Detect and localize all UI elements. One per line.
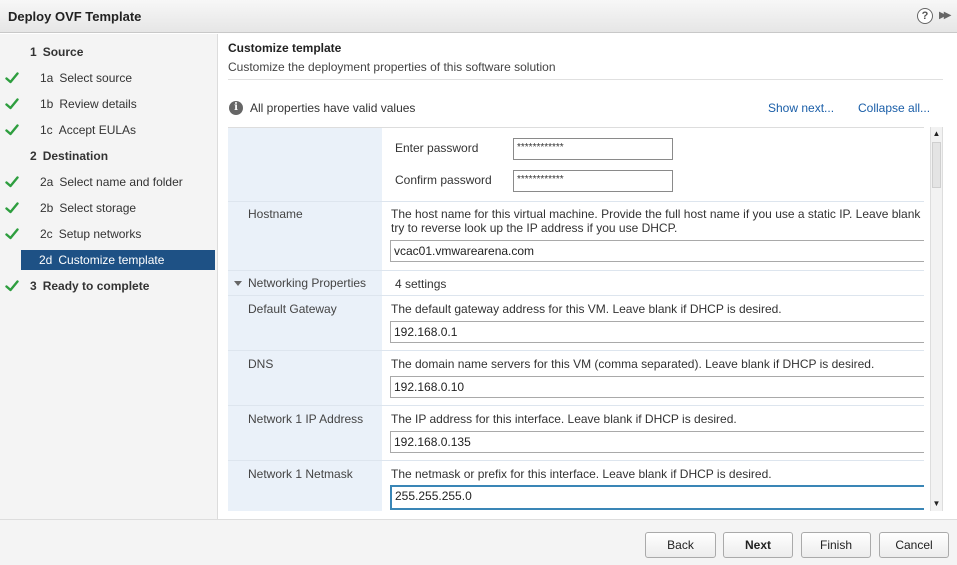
default-gateway-label: Default Gateway xyxy=(248,302,337,316)
validation-row: i All properties have valid values Show … xyxy=(229,101,944,117)
header-divider xyxy=(228,79,943,80)
default-gateway-description: The default gateway address for this VM.… xyxy=(391,302,782,316)
nav-step-3[interactable]: 3 Ready to complete xyxy=(30,276,149,296)
main-panel: Customize template Customize the deploym… xyxy=(219,34,957,519)
nav-step-label: Select name and folder xyxy=(59,175,183,189)
nav-step-label: Setup networks xyxy=(58,227,142,241)
nav-step-number: 1b xyxy=(40,97,54,111)
networking-settings-count: 4 settings xyxy=(395,277,447,291)
default-gateway-input[interactable]: 192.168.0.1 xyxy=(390,321,924,343)
checkmark-icon xyxy=(5,120,19,140)
nav-step-2b[interactable]: 2b Select storage xyxy=(40,198,136,218)
cancel-button[interactable]: Cancel xyxy=(879,532,949,558)
nav-step-1a[interactable]: 1a Select source xyxy=(40,68,132,88)
scroll-up-arrow-icon[interactable]: ▲ xyxy=(931,127,942,141)
dns-label: DNS xyxy=(248,357,274,371)
checkmark-icon xyxy=(5,68,19,88)
netmask-label: Network 1 Netmask xyxy=(248,467,353,481)
label-column xyxy=(228,128,382,511)
ip-address-description: The IP address for this interface. Leave… xyxy=(391,412,737,426)
wizard-steps-nav: 1 Source 1a Select source 1b Review details 1c… xyxy=(0,34,218,519)
ip-address-label: Network 1 IP Address xyxy=(248,412,364,426)
enter-password-label: Enter password xyxy=(395,141,479,155)
nav-step-label: Accept EULAs xyxy=(58,123,137,137)
nav-step-number: 2a xyxy=(40,175,54,189)
nav-step-2[interactable]: 2 Destination xyxy=(30,146,108,166)
hostname-label: Hostname xyxy=(248,207,303,221)
row-separator xyxy=(228,201,924,202)
nav-step-label: Customize template xyxy=(58,253,165,267)
nav-step-number: 2c xyxy=(40,227,53,241)
show-next-link[interactable]: Show next... xyxy=(768,101,834,115)
dns-description: The domain name servers for this VM (com… xyxy=(391,357,875,371)
next-button[interactable]: Next xyxy=(723,532,793,558)
expand-icon[interactable]: ▶▶ xyxy=(939,8,955,24)
netmask-description: The netmask or prefix for this interface… xyxy=(391,467,772,481)
row-separator xyxy=(228,295,924,296)
nav-step-number: 2 xyxy=(30,149,37,163)
checkmark-icon xyxy=(5,198,19,218)
collapse-triangle-icon[interactable] xyxy=(234,281,242,286)
nav-step-2a[interactable]: 2a Select name and folder xyxy=(40,172,183,192)
info-icon: i xyxy=(229,101,243,115)
help-icon[interactable]: ? xyxy=(917,8,933,24)
checkmark-icon xyxy=(5,172,19,192)
hostname-description-line2: try to reverse look up the IP address if… xyxy=(391,221,678,235)
page-title: Customize template xyxy=(228,41,342,55)
nav-step-label: Select storage xyxy=(59,201,137,215)
row-separator xyxy=(228,350,924,351)
hostname-input[interactable]: vcac01.vmwarearena.com xyxy=(390,240,924,262)
finish-button[interactable]: Finish xyxy=(801,532,871,558)
validation-status: All properties have valid values xyxy=(250,101,416,115)
page-header: Customize template Customize the deploym… xyxy=(228,41,556,74)
nav-step-label: Destination xyxy=(42,149,109,163)
checkmark-icon xyxy=(5,224,19,244)
nav-step-1b[interactable]: 1b Review details xyxy=(40,94,137,114)
scroll-down-arrow-icon[interactable]: ▼ xyxy=(931,497,942,511)
back-button[interactable]: Back xyxy=(645,532,716,558)
nav-step-number: 3 xyxy=(30,279,37,293)
row-separator xyxy=(228,405,924,406)
checkmark-icon xyxy=(5,94,19,114)
nav-step-2d[interactable]: 2d Customize template xyxy=(21,250,215,270)
netmask-input[interactable]: 255.255.255.0 xyxy=(390,485,924,510)
window-title: Deploy OVF Template xyxy=(8,9,142,24)
row-separator xyxy=(228,460,924,461)
nav-step-1c[interactable]: 1c Accept EULAs xyxy=(40,120,136,140)
networking-properties-label[interactable]: Networking Properties xyxy=(248,276,366,290)
row-separator xyxy=(228,270,924,271)
nav-step-number: 1c xyxy=(40,123,53,137)
checkmark-icon xyxy=(5,276,19,296)
enter-password-field[interactable]: ************ xyxy=(513,138,673,160)
nav-step-1[interactable]: 1 Source xyxy=(30,42,83,62)
properties-grid: Enter password ************ Confirm pass… xyxy=(228,127,924,511)
confirm-password-label: Confirm password xyxy=(395,173,492,187)
nav-step-label: Review details xyxy=(59,97,137,111)
hostname-description-line1: The host name for this virtual machine. … xyxy=(391,207,921,221)
confirm-password-field[interactable]: ************ xyxy=(513,170,673,192)
vertical-scrollbar[interactable]: ▲ ▼ xyxy=(930,127,943,511)
collapse-all-link[interactable]: Collapse all... xyxy=(858,101,930,115)
nav-step-label: Select source xyxy=(59,71,133,85)
nav-step-number: 2d xyxy=(39,253,53,267)
wizard-footer: Back Next Finish Cancel xyxy=(0,519,957,565)
scroll-thumb[interactable] xyxy=(932,142,941,188)
ip-address-input[interactable]: 192.168.0.135 xyxy=(390,431,924,453)
title-bar: Deploy OVF Template ? ▶▶ xyxy=(0,0,957,33)
nav-step-2c[interactable]: 2c Setup networks xyxy=(40,224,141,244)
nav-step-label: Source xyxy=(42,45,84,59)
dns-input[interactable]: 192.168.0.10 xyxy=(390,376,924,398)
nav-step-label: Ready to complete xyxy=(42,279,150,293)
nav-step-number: 1a xyxy=(40,71,54,85)
nav-step-number: 2b xyxy=(40,201,54,215)
page-subtitle: Customize the deployment properties of t… xyxy=(228,60,556,74)
nav-step-number: 1 xyxy=(30,45,37,59)
